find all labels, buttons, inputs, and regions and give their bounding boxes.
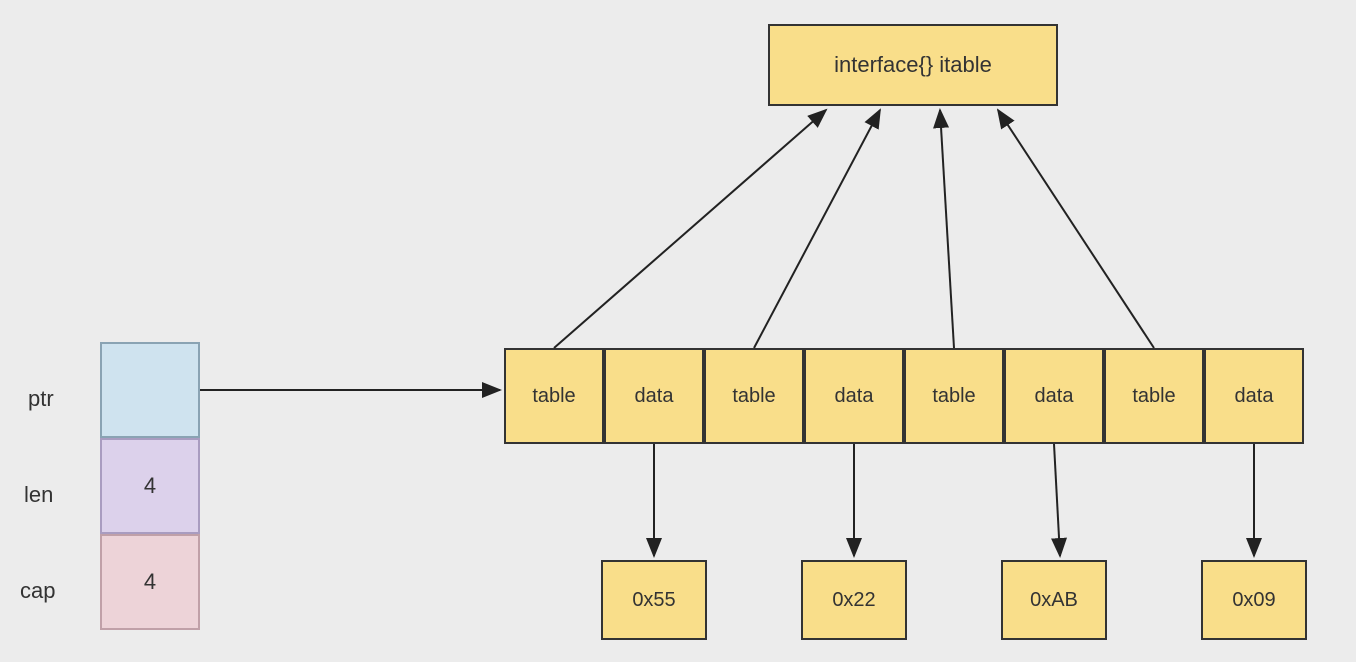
slice-cap-label: cap [20,578,55,604]
cell-6-table: table [1104,348,1204,444]
value-1-box: 0x22 [801,560,907,640]
cell-3-data: data [804,348,904,444]
cell-0-table: table [504,348,604,444]
cell-5-label: data [1035,385,1074,408]
cell-7-data: data [1204,348,1304,444]
cell-6-label: table [1132,385,1175,408]
value-0-box: 0x55 [601,560,707,640]
cell-2-label: table [732,385,775,408]
slice-len-label: len [24,482,53,508]
slice-cap-value: 4 [144,569,156,595]
cell-5-data: data [1004,348,1104,444]
cell-1-label: data [635,385,674,408]
value-0-label: 0x55 [632,589,675,612]
cell-2-table: table [704,348,804,444]
value-1-label: 0x22 [832,589,875,612]
slice-len-box: 4 [100,438,200,534]
value-2-box: 0xAB [1001,560,1107,640]
itable-box: interface{} itable [768,24,1058,106]
slice-len-value: 4 [144,473,156,499]
cap-text: cap [20,578,55,603]
itable-label: interface{} itable [834,52,992,78]
cell-0-label: table [532,385,575,408]
cell-1-data: data [604,348,704,444]
slice-cap-box: 4 [100,534,200,630]
value-3-label: 0x09 [1232,589,1275,612]
arrow-table3-to-itable [998,110,1154,348]
slice-ptr-label: ptr [28,386,54,412]
value-2-label: 0xAB [1030,589,1078,612]
len-text: len [24,482,53,507]
cell-4-label: table [932,385,975,408]
value-3-box: 0x09 [1201,560,1307,640]
ptr-text: ptr [28,386,54,411]
arrow-table1-to-itable [754,110,880,348]
arrow-table0-to-itable [554,110,826,348]
slice-ptr-box [100,342,200,438]
arrow-data2-to-value2 [1054,444,1060,556]
arrow-table2-to-itable [940,110,954,348]
cell-3-label: data [835,385,874,408]
cell-4-table: table [904,348,1004,444]
cell-7-label: data [1235,385,1274,408]
